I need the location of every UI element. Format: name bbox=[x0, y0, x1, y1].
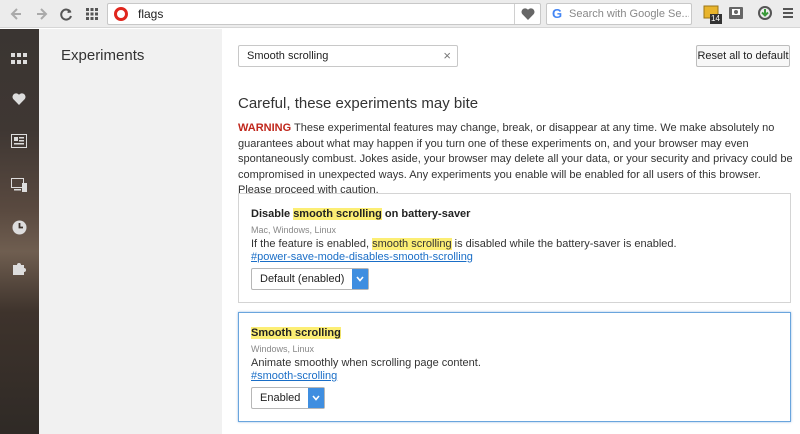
close-icon[interactable]: × bbox=[443, 48, 451, 63]
experiment-desc-part: If the feature is enabled, bbox=[251, 238, 373, 250]
left-nav: Experiments bbox=[39, 29, 222, 434]
sidebar-bookmarks[interactable] bbox=[9, 89, 29, 109]
warning-heading: Careful, these experiments may bite bbox=[238, 95, 479, 112]
menu-button[interactable] bbox=[780, 4, 800, 24]
warning-label: WARNING bbox=[238, 122, 292, 134]
heart-icon bbox=[12, 93, 26, 105]
experiment-card: Disable smooth scrolling on battery-save… bbox=[238, 193, 791, 303]
main-content: Smooth scrolling × Reset all to default … bbox=[222, 29, 800, 434]
devices-icon bbox=[11, 178, 27, 192]
arrow-right-icon bbox=[37, 8, 48, 20]
extension-badge-count: 14 bbox=[711, 14, 720, 23]
warning-text: WARNING These experimental features may … bbox=[238, 121, 794, 199]
search-highlight: Smooth scrolling bbox=[251, 327, 341, 339]
experiment-platforms: Mac, Windows, Linux bbox=[251, 225, 337, 235]
sidebar-extensions[interactable] bbox=[9, 259, 29, 279]
sidebar-devices[interactable] bbox=[9, 175, 29, 195]
browser-toolbar: flags G Search with Google Se... 14 bbox=[0, 0, 800, 28]
sidebar-speed-dial[interactable] bbox=[9, 49, 29, 69]
search-placeholder: Search with Google Se... bbox=[569, 8, 689, 20]
update-icon bbox=[758, 6, 772, 20]
search-highlight: smooth scrolling bbox=[372, 238, 452, 250]
experiment-description: Animate smoothly when scrolling page con… bbox=[251, 357, 481, 369]
experiment-select[interactable]: Enabled bbox=[251, 387, 326, 409]
experiment-card: Smooth scrolling Windows, Linux Animate … bbox=[238, 312, 791, 422]
warning-body: These experimental features may change, … bbox=[238, 122, 793, 196]
grid-icon bbox=[86, 8, 98, 20]
search-highlight: smooth scrolling bbox=[293, 208, 382, 220]
back-button[interactable] bbox=[6, 4, 26, 24]
tabs-grid-button[interactable] bbox=[82, 4, 102, 24]
experiment-desc-part: is disabled while the battery-saver is e… bbox=[451, 238, 677, 250]
speed-dial-icon bbox=[11, 53, 27, 64]
experiment-link[interactable]: #smooth-scrolling bbox=[251, 370, 337, 382]
page-title: Experiments bbox=[61, 47, 145, 64]
menu-icon bbox=[783, 8, 793, 18]
chevron-down-icon[interactable] bbox=[308, 388, 325, 408]
camera-button[interactable] bbox=[727, 4, 747, 24]
extension-badge-button[interactable]: 14 bbox=[702, 4, 722, 24]
arrow-left-icon bbox=[10, 8, 21, 20]
experiment-link[interactable]: #power-save-mode-disables-smooth-scrolli… bbox=[251, 251, 473, 263]
opera-logo-icon bbox=[114, 7, 128, 21]
experiment-name: Smooth scrolling bbox=[251, 327, 341, 339]
address-url[interactable]: flags bbox=[138, 7, 163, 21]
sidebar bbox=[0, 29, 39, 434]
chevron-down-icon[interactable] bbox=[352, 269, 369, 289]
experiment-name: Disable smooth scrolling on battery-save… bbox=[251, 208, 470, 220]
search-input[interactable]: Smooth scrolling × bbox=[238, 45, 458, 67]
search-input-value[interactable]: Smooth scrolling bbox=[247, 50, 328, 62]
news-icon bbox=[11, 134, 27, 148]
reload-button[interactable] bbox=[56, 4, 76, 24]
google-icon: G bbox=[552, 6, 563, 21]
history-icon bbox=[12, 220, 26, 234]
experiment-name-part: Disable bbox=[251, 208, 294, 220]
heart-icon bbox=[521, 8, 534, 20]
experiment-name-part: on battery-saver bbox=[381, 208, 471, 220]
sidebar-news[interactable] bbox=[9, 131, 29, 151]
experiment-description: If the feature is enabled, smooth scroll… bbox=[251, 238, 677, 250]
experiment-platforms: Windows, Linux bbox=[251, 344, 315, 354]
forward-button[interactable] bbox=[32, 4, 52, 24]
reload-icon bbox=[59, 8, 72, 20]
address-bar[interactable]: flags bbox=[107, 3, 541, 25]
update-button[interactable] bbox=[756, 4, 776, 24]
sidebar-history[interactable] bbox=[9, 217, 29, 237]
camera-icon bbox=[729, 7, 743, 19]
search-box[interactable]: G Search with Google Se... bbox=[546, 3, 692, 25]
reset-all-button[interactable]: Reset all to default bbox=[696, 45, 790, 67]
experiment-select-value[interactable]: Default (enabled) bbox=[252, 269, 352, 289]
bookmark-button[interactable] bbox=[514, 4, 540, 24]
experiment-select[interactable]: Default (enabled) bbox=[251, 268, 370, 290]
experiment-select-value[interactable]: Enabled bbox=[252, 388, 308, 408]
extensions-icon bbox=[13, 263, 26, 275]
